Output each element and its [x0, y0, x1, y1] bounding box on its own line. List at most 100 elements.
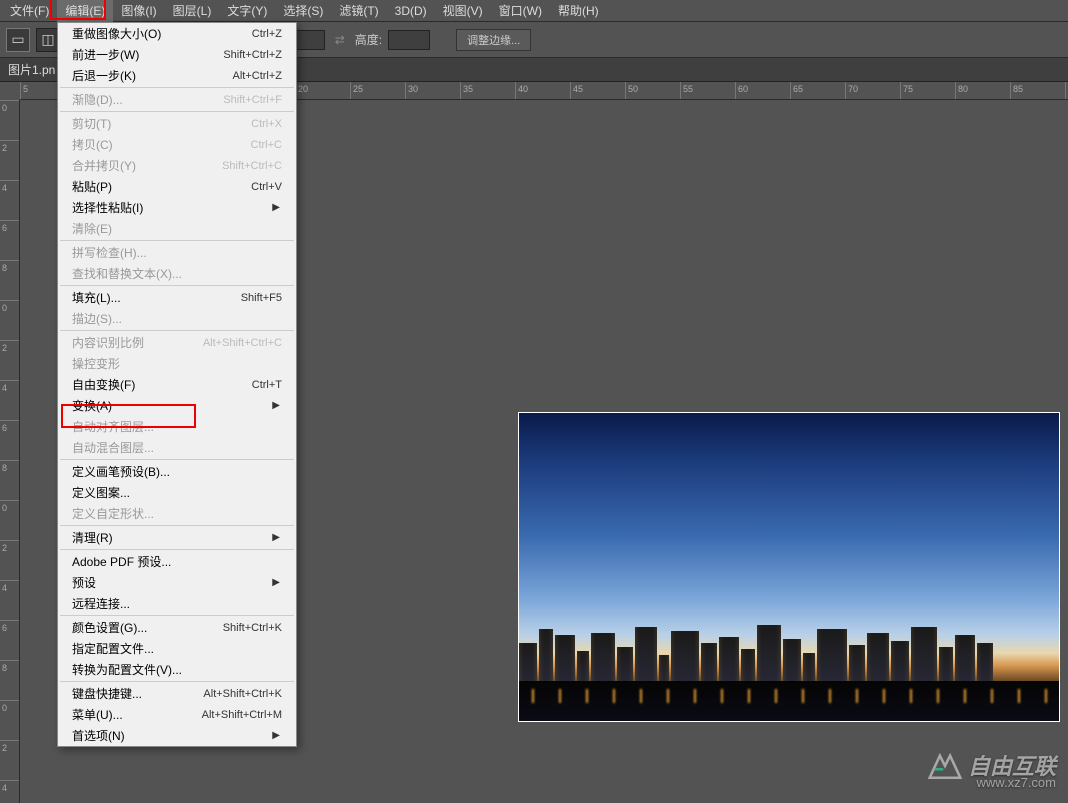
menu-entry-label: 清理(R) [72, 529, 113, 546]
canvas-image[interactable] [518, 412, 1060, 722]
menu-entry[interactable]: 首选项(N) ▶ [58, 725, 296, 746]
menu-entry-shortcut: Alt+Shift+Ctrl+M [190, 709, 282, 721]
menu-entry[interactable]: 重做图像大小(O)Ctrl+Z [58, 23, 296, 44]
menu-entry-label: 选择性粘贴(I) [72, 199, 143, 216]
ruler-tick: 2 [0, 740, 20, 753]
ruler-tick: 2 [0, 540, 20, 553]
menu-entry-label: 预设 [72, 574, 96, 591]
menu-entry-label: 查找和替换文本(X)... [72, 265, 182, 282]
menu-entry-shortcut: Shift+Ctrl+K [211, 622, 282, 634]
ruler-tick: 4 [0, 180, 20, 193]
menubar: 文件(F)编辑(E)图像(I)图层(L)文字(Y)选择(S)滤镜(T)3D(D)… [0, 0, 1068, 22]
menu-item[interactable]: 窗口(W) [491, 0, 550, 22]
ruler-tick: 4 [0, 380, 20, 393]
menu-entry[interactable]: 粘贴(P)Ctrl+V [58, 176, 296, 197]
menu-entry[interactable]: 变换(A)▶ [58, 395, 296, 416]
menu-entry-shortcut: Shift+Ctrl+Z [211, 49, 282, 61]
menu-entry: 自动混合图层... [58, 437, 296, 458]
menu-separator [60, 525, 294, 526]
menu-entry-label: 合并拷贝(Y) [72, 157, 136, 174]
menu-entry-label: 键盘快捷键... [72, 685, 142, 702]
menu-entry-label: 颜色设置(G)... [72, 619, 147, 636]
ruler-tick: 5 [20, 82, 30, 100]
menu-item[interactable]: 文字(Y) [219, 0, 275, 22]
menu-separator [60, 111, 294, 112]
ruler-tick: 30 [405, 82, 420, 100]
submenu-arrow-icon: ▶ [272, 730, 282, 741]
menu-entry: 操控变形 [58, 353, 296, 374]
menu-item[interactable]: 3D(D) [387, 1, 435, 21]
menu-separator [60, 681, 294, 682]
menu-separator [60, 285, 294, 286]
menu-entry: 查找和替换文本(X)... [58, 263, 296, 284]
menu-item[interactable]: 文件(F) [2, 0, 57, 22]
menu-entry: 剪切(T)Ctrl+X [58, 113, 296, 134]
menu-item[interactable]: 视图(V) [435, 0, 491, 22]
menu-entry-label: 首选项(N) [72, 727, 125, 744]
menu-entry[interactable]: 自由变换(F)Ctrl+T [58, 374, 296, 395]
menu-entry-label: 内容识别比例 [72, 334, 144, 351]
menu-entry[interactable]: 预设▶ [58, 572, 296, 593]
menu-entry[interactable]: 定义画笔预设(B)... [58, 461, 296, 482]
menu-entry-label: 渐隐(D)... [72, 91, 123, 108]
menu-item[interactable]: 帮助(H) [550, 0, 607, 22]
menu-entry[interactable]: 选择性粘贴(I)▶ [58, 197, 296, 218]
ruler-tick: 0 [0, 100, 20, 113]
ruler-tick: 75 [900, 82, 915, 100]
ruler-tick: 65 [790, 82, 805, 100]
menu-entry-shortcut: Shift+Ctrl+F [211, 94, 282, 106]
menu-entry[interactable]: 指定配置文件... [58, 638, 296, 659]
ruler-tick: 6 [0, 420, 20, 433]
ruler-tick: 2 [0, 140, 20, 153]
menu-entry[interactable]: 键盘快捷键...Alt+Shift+Ctrl+K [58, 683, 296, 704]
menu-entry[interactable]: 填充(L)...Shift+F5 [58, 287, 296, 308]
height-input[interactable] [388, 30, 430, 50]
menu-entry: 内容识别比例Alt+Shift+Ctrl+C [58, 332, 296, 353]
menu-item[interactable]: 图像(I) [113, 0, 164, 22]
submenu-arrow-icon: ▶ [272, 532, 282, 543]
menu-entry-shortcut: Ctrl+V [239, 181, 282, 193]
ruler-tick: 8 [0, 660, 20, 673]
menu-separator [60, 330, 294, 331]
menu-entry[interactable]: 转换为配置文件(V)... [58, 659, 296, 680]
menu-item[interactable]: 图层(L) [165, 0, 220, 22]
menu-separator [60, 87, 294, 88]
menu-entry-label: 指定配置文件... [72, 640, 154, 657]
ruler-tick: 85 [1010, 82, 1025, 100]
ruler-tick: 4 [0, 780, 20, 793]
menu-entry-label: 菜单(U)... [72, 706, 123, 723]
watermark: 自由互联 www.xz7.com [928, 749, 1056, 781]
menu-entry[interactable]: 前进一步(W)Shift+Ctrl+Z [58, 44, 296, 65]
menu-entry[interactable]: 后退一步(K)Alt+Ctrl+Z [58, 65, 296, 86]
ruler-vertical: 02468024680246802468 [0, 100, 20, 803]
menu-entry: 合并拷贝(Y) Shift+Ctrl+C [58, 155, 296, 176]
menu-entry[interactable]: 菜单(U)... Alt+Shift+Ctrl+M [58, 704, 296, 725]
reflection-graphic [519, 681, 1059, 721]
document-tab[interactable]: 图片1.pn [8, 61, 55, 78]
menu-entry: 渐隐(D)... Shift+Ctrl+F [58, 89, 296, 110]
menu-item[interactable]: 选择(S) [275, 0, 331, 22]
menu-separator [60, 459, 294, 460]
menu-entry-shortcut: Alt+Ctrl+Z [220, 70, 282, 82]
ruler-tick: 50 [625, 82, 640, 100]
ruler-tick: 6 [0, 620, 20, 633]
menu-entry[interactable]: 颜色设置(G)... Shift+Ctrl+K [58, 617, 296, 638]
submenu-arrow-icon: ▶ [272, 400, 282, 411]
menu-entry-label: 重做图像大小(O) [72, 25, 161, 42]
menu-entry[interactable]: Adobe PDF 预设... [58, 551, 296, 572]
menu-item[interactable]: 编辑(E) [57, 0, 113, 22]
swap-icon[interactable]: ⇄ [335, 33, 345, 47]
menu-entry[interactable]: 远程连接... [58, 593, 296, 614]
watermark-logo-icon [928, 750, 962, 780]
menu-item[interactable]: 滤镜(T) [331, 0, 386, 22]
menu-entry[interactable]: 清理(R) ▶ [58, 527, 296, 548]
menu-separator [60, 240, 294, 241]
refine-edge-button[interactable]: 调整边缘... [456, 29, 531, 51]
tool-marquee-icon[interactable]: ▭ [6, 28, 30, 52]
menu-entry-label: 自由变换(F) [72, 376, 135, 393]
ruler-tick: 0 [0, 500, 20, 513]
menu-entry-shortcut: Shift+F5 [229, 292, 282, 304]
menu-entry-label: 远程连接... [72, 595, 130, 612]
menu-entry[interactable]: 定义图案... [58, 482, 296, 503]
menu-entry-shortcut: Shift+Ctrl+C [210, 160, 282, 172]
